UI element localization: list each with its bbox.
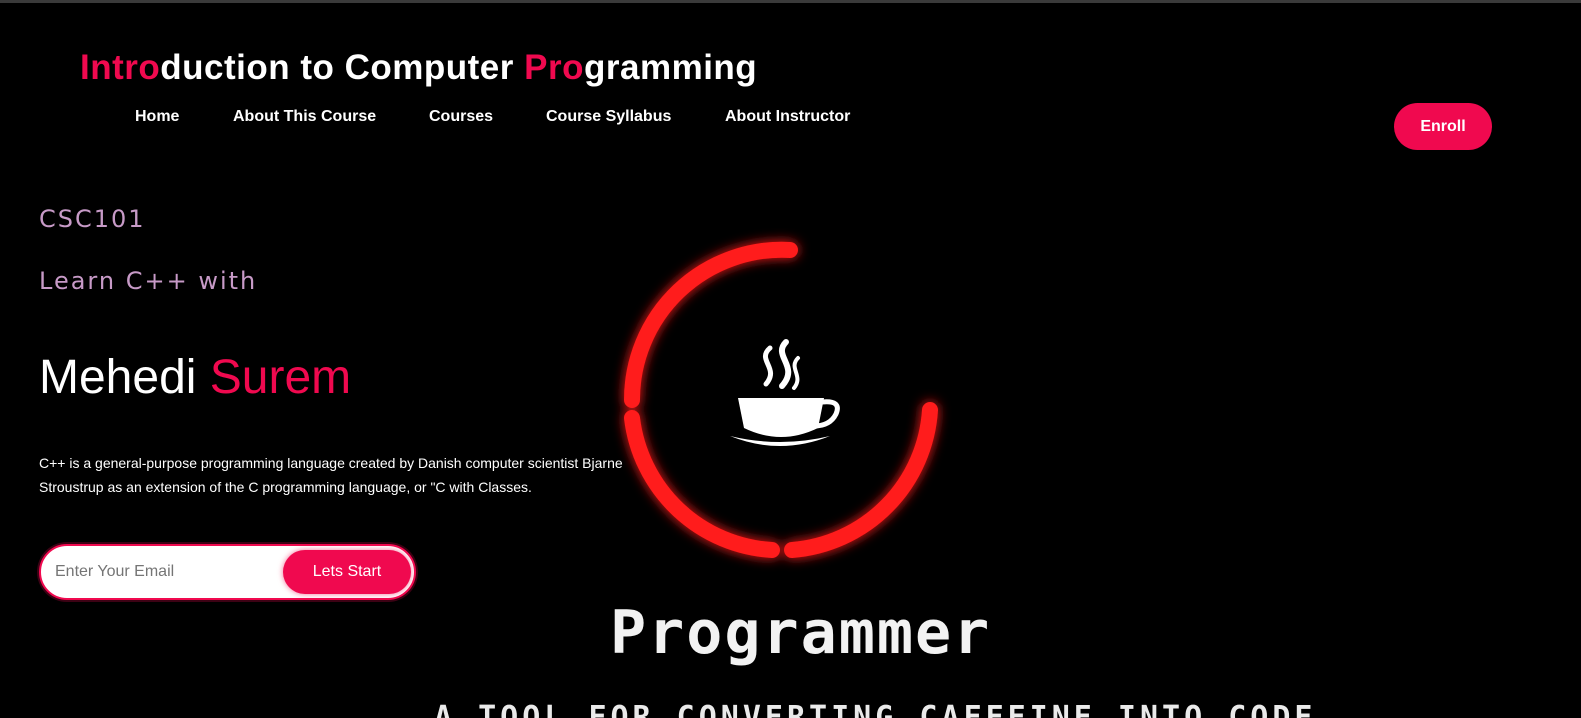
site-title-part: gramming bbox=[583, 48, 758, 87]
nav-about-instructor[interactable]: About Instructor bbox=[725, 108, 850, 126]
email-input[interactable] bbox=[55, 558, 275, 586]
instructor-first-name: Mehedi bbox=[39, 351, 197, 404]
nav-about-course[interactable]: About This Course bbox=[233, 108, 376, 126]
coffee-cup-icon bbox=[730, 339, 840, 446]
instructor-name: Mehedi Surem bbox=[39, 350, 351, 405]
programmer-tagline: A TOOL FOR CONVERTING CAFFEINE INTO CODE bbox=[434, 700, 1317, 718]
course-description: C++ is a general-purpose programming lan… bbox=[39, 455, 623, 495]
enroll-button[interactable]: Enroll bbox=[1394, 103, 1492, 150]
programmer-wordmark: Programmer bbox=[610, 598, 992, 668]
nav-home[interactable]: Home bbox=[135, 108, 179, 126]
site-title: Introduction to Computer Programming bbox=[80, 48, 757, 88]
course-code: CSC101 bbox=[39, 205, 146, 233]
lets-start-button[interactable]: Lets Start bbox=[283, 550, 411, 594]
site-title-part: Pro bbox=[524, 48, 584, 87]
instructor-last-name: Surem bbox=[209, 351, 352, 404]
nav-courses[interactable]: Courses bbox=[429, 108, 493, 126]
learn-line: Learn C++ with bbox=[39, 267, 258, 295]
page: Introduction to Computer Programming Hom… bbox=[0, 0, 1581, 718]
site-title-part: duction to Computer bbox=[160, 48, 525, 87]
site-title-part: Intro bbox=[80, 48, 161, 87]
window-top-border bbox=[0, 0, 1581, 3]
nav-course-syllabus[interactable]: Course Syllabus bbox=[546, 108, 671, 126]
email-signup-form: Lets Start bbox=[39, 544, 416, 600]
